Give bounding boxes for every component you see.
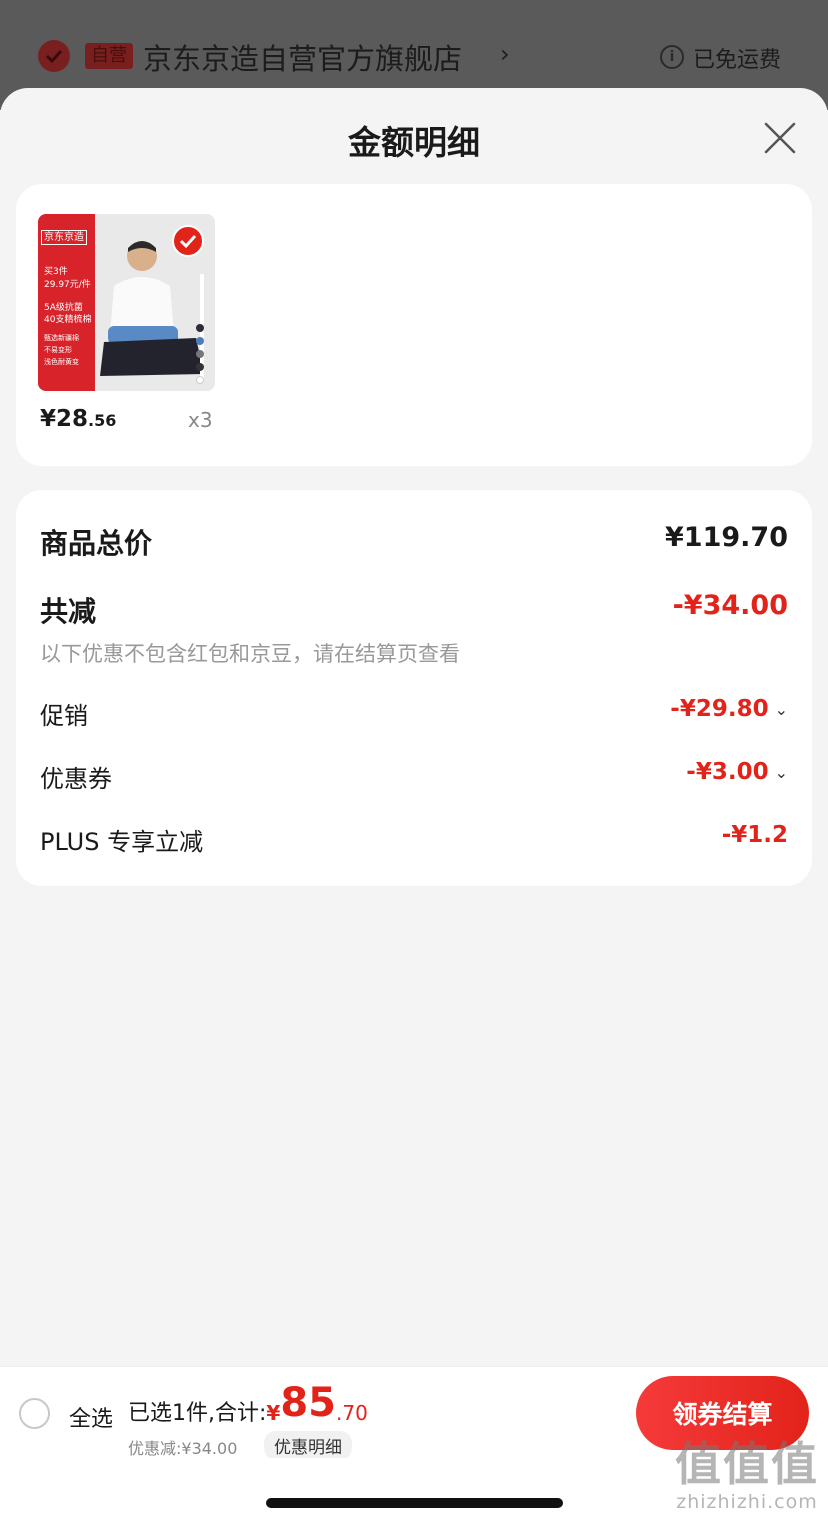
plus-discount-row: PLUS 专享立减 -¥1.2 (40, 822, 788, 862)
plus-discount-label: PLUS 专享立减 (40, 828, 204, 856)
select-all-label[interactable]: 全选 (69, 1401, 113, 1433)
color-swatch (196, 324, 204, 332)
selected-check-icon[interactable] (172, 225, 204, 257)
coupon-value: -¥3.00 ⌄ (686, 759, 788, 785)
summary-prefix: 已选1件,合计: (128, 1401, 267, 1426)
watermark: 值值值 zhizhizhi.com (672, 1437, 822, 1513)
chevron-right-icon[interactable]: › (500, 40, 510, 68)
coupon-row[interactable]: 优惠券 -¥3.00 ⌄ (40, 759, 788, 799)
store-name[interactable]: 京东京造自营官方旗舰店 (143, 36, 462, 78)
discount-summary: 优惠减:¥34.00 (128, 1439, 238, 1458)
thumbnail-text: 浅色耐黄变 (44, 358, 79, 366)
discount-detail-button[interactable]: 优惠明细 (264, 1431, 352, 1460)
coupon-amount: -¥3.00 (686, 759, 769, 785)
sum-currency: ¥ (266, 1401, 281, 1425)
color-swatches (196, 324, 204, 389)
close-icon[interactable] (760, 118, 800, 158)
amount-detail-sheet: 金额明细 京东京造 买3件 29.97元/件 5A级抗菌 40支精梳棉 甄选新疆… (0, 88, 828, 1524)
shipping-status: 已免运费 (693, 48, 782, 73)
thumbnail-text: 40支精梳棉 (44, 315, 92, 325)
thumbnail-text: 29.97元/件 (44, 280, 91, 290)
sum-decimal: .70 (336, 1401, 368, 1425)
thumbnail-promo-panel: 京东京造 买3件 29.97元/件 5A级抗菌 40支精梳棉 甄选新疆棉 不易变… (38, 214, 95, 391)
self-operated-tag: 自营 (85, 43, 133, 69)
price-integer: ¥28 (40, 406, 89, 432)
color-swatch (196, 376, 204, 384)
store-check-icon[interactable] (38, 40, 70, 72)
discount-note: 以下优惠不包含红包和京豆，请在结算页查看 (40, 642, 460, 666)
thumbnail-text: 买3件 (44, 267, 68, 277)
info-icon[interactable]: i (660, 45, 684, 69)
promotion-amount: -¥29.80 (670, 696, 769, 722)
color-swatch (196, 350, 204, 358)
plus-discount-value: -¥1.2 (721, 822, 788, 848)
color-swatch (196, 337, 204, 345)
thumbnail-text: 不易变形 (44, 346, 72, 354)
total-reduction-label: 共减 (40, 595, 97, 628)
watermark-logo: 值值值 (675, 1437, 819, 1491)
thumbnail-brand: 京东京造 (41, 230, 87, 245)
sum-integer: 85 (280, 1380, 336, 1426)
product-thumbnail[interactable]: 京东京造 买3件 29.97元/件 5A级抗菌 40支精梳棉 甄选新疆棉 不易变… (38, 214, 215, 391)
promotion-row[interactable]: 促销 -¥29.80 ⌄ (40, 696, 788, 736)
thumbnail-text: 5A级抗菌 (44, 303, 83, 313)
select-all-radio[interactable] (19, 1398, 50, 1429)
coupon-label: 优惠券 (40, 765, 112, 793)
chevron-down-icon[interactable]: ⌄ (775, 763, 788, 782)
home-indicator[interactable] (266, 1498, 563, 1508)
promotion-label: 促销 (40, 702, 88, 730)
product-card: 京东京造 买3件 29.97元/件 5A级抗菌 40支精梳棉 甄选新疆棉 不易变… (16, 184, 812, 466)
chevron-down-icon[interactable]: ⌄ (775, 700, 788, 719)
thumbnail-text: 甄选新疆棉 (44, 334, 79, 342)
model-photo (100, 241, 204, 382)
product-price: ¥28.56 (40, 406, 116, 432)
promotion-value: -¥29.80 ⌄ (670, 696, 788, 722)
total-price-label: 商品总价 (40, 527, 153, 560)
price-decimal: .56 (88, 411, 117, 430)
sheet-title: 金额明细 (348, 123, 480, 162)
watermark-url: zhizhizhi.com (676, 1491, 818, 1513)
total-reduction-value: -¥34.00 (672, 590, 788, 621)
price-breakdown-card: 商品总价 ¥119.70 共减 -¥34.00 以下优惠不包含红包和京豆，请在结… (16, 490, 812, 886)
product-quantity: x3 (188, 408, 213, 432)
total-price-value: ¥119.70 (665, 522, 788, 553)
color-swatch (196, 363, 204, 371)
order-summary: 已选1件,合计:¥85.70 (128, 1380, 368, 1427)
